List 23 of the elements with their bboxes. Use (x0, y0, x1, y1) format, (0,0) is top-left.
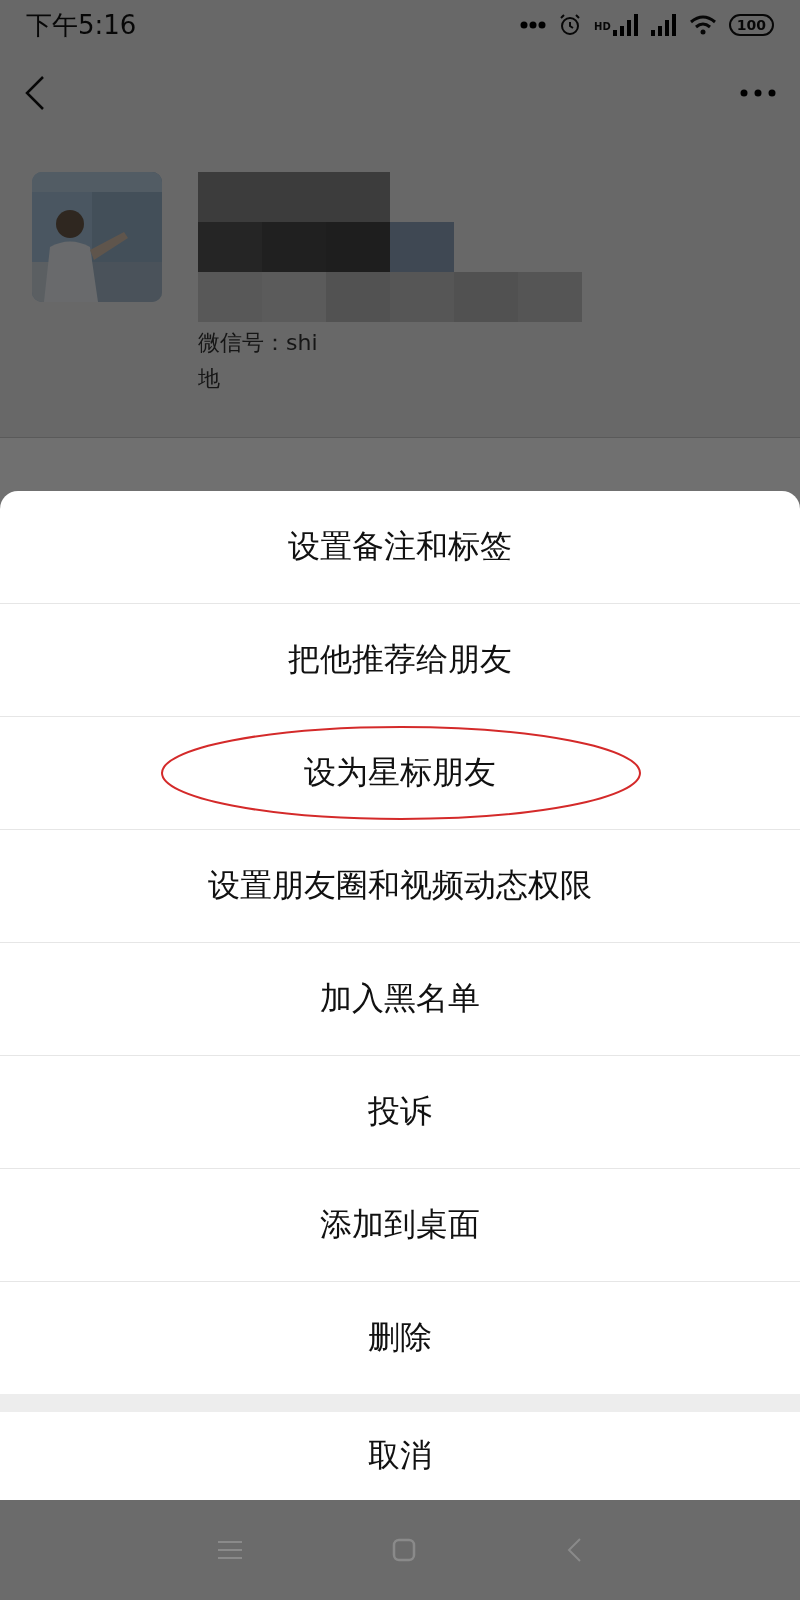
signal-icon (612, 14, 639, 36)
sheet-option[interactable]: 加入黑名单 (320, 977, 480, 1021)
sheet-option[interactable]: 把他推荐给朋友 (288, 638, 512, 682)
more-icon (520, 21, 547, 29)
sheet-option[interactable]: 投诉 (368, 1090, 432, 1134)
status-time: 下午5:16 (26, 8, 137, 42)
sheet-option[interactable]: 设置朋友圈和视频动态权限 (208, 864, 592, 908)
cancel-button[interactable]: 取消 (368, 1434, 432, 1478)
home-icon[interactable] (392, 1538, 416, 1562)
signal-icon (650, 14, 677, 36)
wifi-icon (688, 14, 717, 36)
more-icon[interactable] (740, 89, 776, 97)
sheet-option[interactable]: 设为星标朋友 (304, 751, 496, 795)
menu-icon[interactable] (218, 1540, 242, 1560)
sheet-option[interactable]: 添加到桌面 (320, 1203, 480, 1247)
region-label: 地 (198, 365, 221, 393)
sheet-option[interactable]: 删除 (368, 1316, 432, 1360)
back-icon[interactable] (24, 75, 46, 111)
network-type: HD (594, 21, 611, 32)
sheet-option[interactable]: 设置备注和标签 (288, 525, 512, 569)
battery-level: 100 (728, 14, 774, 36)
back-icon[interactable] (566, 1537, 582, 1563)
wechat-id: 微信号：shi (198, 329, 319, 357)
